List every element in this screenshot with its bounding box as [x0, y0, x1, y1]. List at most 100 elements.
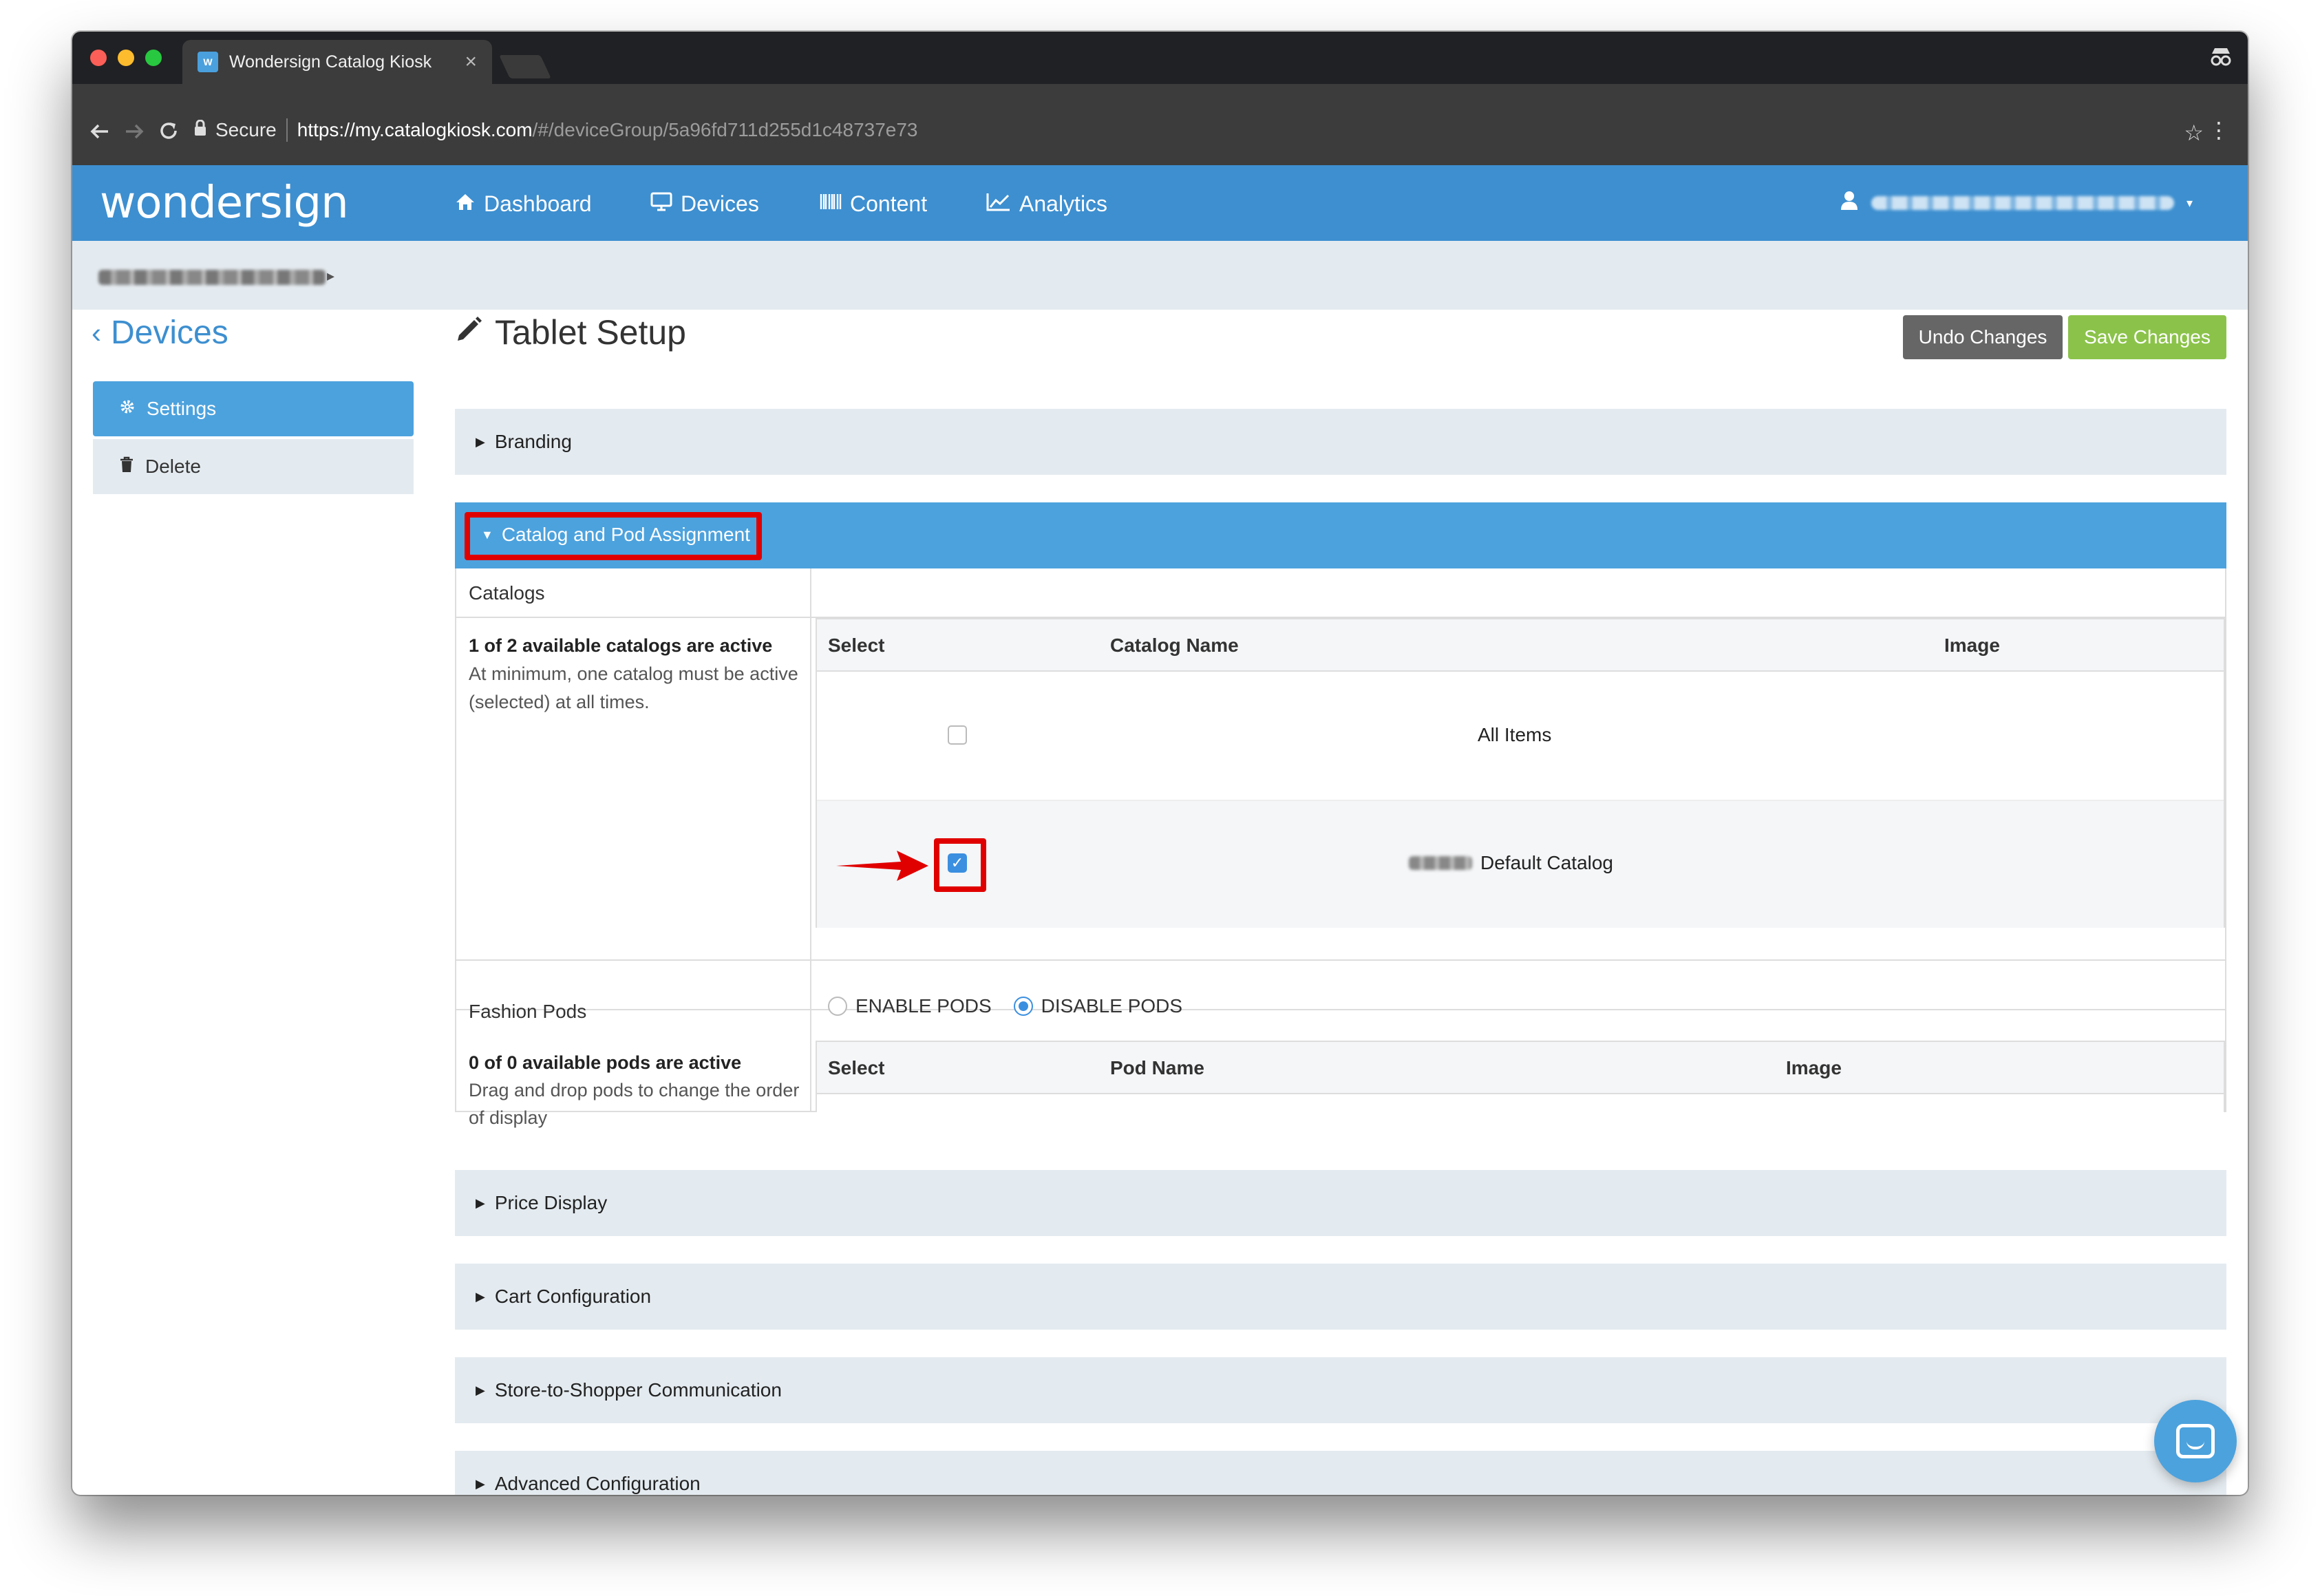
page-title-text: Tablet Setup — [495, 313, 686, 352]
caret-down-icon: ▼ — [481, 527, 493, 542]
nav-content-label: Content — [850, 191, 928, 216]
panel-price-display[interactable]: ▶ Price Display — [455, 1170, 2226, 1236]
column-header-catalog-name: Catalog Name — [1110, 635, 1239, 656]
nav-analytics-label: Analytics — [1019, 191, 1108, 216]
table-row: ✓ Default Catalog — [817, 800, 2224, 928]
row-divider — [456, 959, 2225, 961]
pods-help-text: Drag and drop pods to change the order o… — [469, 1080, 800, 1128]
disable-pods-label[interactable]: DISABLE PODS — [1041, 995, 1182, 1017]
catalog-name: All Items — [1478, 724, 1552, 745]
panel-catalog-label: Catalog and Pod Assignment — [501, 524, 750, 545]
panel-store-label: Store-to-Shopper Communication — [494, 1379, 782, 1401]
column-header-image: Image — [1944, 635, 2000, 656]
catalog-pod-body: Catalogs 1 of 2 available catalogs are a… — [455, 568, 2226, 1128]
panel-cart-configuration[interactable]: ▶ Cart Configuration — [455, 1264, 2226, 1330]
close-window-button[interactable] — [90, 50, 107, 66]
user-menu[interactable]: ▾ — [1840, 190, 2193, 216]
wondersign-logo[interactable]: wondersign — [100, 178, 349, 228]
column-header-select: Select — [828, 635, 885, 656]
home-icon — [455, 192, 476, 216]
browser-toolbar: Secure https://my.catalogkiosk.com/#/dev… — [72, 84, 2248, 165]
panel-advanced-configuration[interactable]: ▶ Advanced Configuration — [455, 1451, 2226, 1495]
caret-right-icon: ▶ — [476, 1383, 485, 1397]
forward-arrow-icon[interactable] — [123, 120, 145, 147]
pencil-icon — [455, 315, 484, 351]
tab-close-icon[interactable]: × — [465, 50, 477, 74]
chat-widget-button[interactable] — [2154, 1400, 2237, 1482]
column-header-pod-name: Pod Name — [1110, 1057, 1204, 1078]
reload-icon[interactable] — [158, 120, 180, 146]
browser-window: W Wondersign Catalog Kiosk × Secure http… — [72, 32, 2248, 1495]
redacted-catalog-prefix — [1409, 856, 1472, 870]
address-separator — [286, 118, 288, 142]
catalog-name: Default Catalog — [1480, 852, 1614, 873]
redacted-username — [1871, 196, 2174, 210]
caret-down-icon: ▾ — [2186, 195, 2193, 210]
pods-table: Select Pod Name Image — [816, 1041, 2225, 1112]
pods-active-count: 0 of 0 available pods are active — [469, 1052, 742, 1073]
back-to-devices-link[interactable]: ‹ Devices — [92, 314, 228, 352]
tab-strip: W Wondersign Catalog Kiosk × — [72, 32, 2248, 84]
panel-advanced-label: Advanced Configuration — [494, 1473, 701, 1494]
monitor-icon — [650, 192, 672, 216]
enable-pods-radio[interactable] — [828, 997, 847, 1016]
back-devices-label: Devices — [111, 315, 228, 351]
catalogs-table: Select Catalog Name Image All Items ✓ De… — [816, 618, 2225, 928]
nav-dashboard[interactable]: Dashboard — [455, 191, 592, 217]
catalogs-summary: 1 of 2 available catalogs are active At … — [469, 632, 806, 716]
catalog-checkbox-default-catalog[interactable]: ✓ — [948, 853, 967, 873]
sidebar-item-settings[interactable]: Settings — [93, 381, 414, 436]
panel-catalog-pod-assignment[interactable]: ▼ Catalog and Pod Assignment — [455, 502, 2226, 568]
nav-content[interactable]: Content — [820, 191, 927, 217]
caret-right-icon: ▶ — [476, 1195, 485, 1210]
nav-devices-label: Devices — [681, 191, 759, 216]
sidebar-item-delete[interactable]: Delete — [93, 439, 414, 494]
pods-toggle: ENABLE PODS DISABLE PODS — [828, 995, 1182, 1017]
maximize-window-button[interactable] — [145, 50, 162, 66]
fashion-pods-label: Fashion Pods — [469, 1001, 587, 1022]
url-host: https://my.catalogkiosk.com — [297, 119, 533, 140]
disable-pods-radio[interactable] — [1013, 997, 1033, 1016]
chevron-left-icon: ‹ — [92, 316, 101, 349]
app-navbar: wondersign Dashboard Devices Content Ana… — [72, 165, 2248, 241]
gear-icon — [119, 398, 136, 420]
panel-store-to-shopper[interactable]: ▶ Store-to-Shopper Communication — [455, 1357, 2226, 1423]
secure-label: Secure — [215, 119, 277, 140]
bookmark-star-icon[interactable]: ☆ — [2184, 120, 2204, 146]
menu-dots-icon[interactable]: ⋮ — [2208, 117, 2230, 143]
column-header-select: Select — [828, 1057, 885, 1078]
tab-title: Wondersign Catalog Kiosk — [229, 52, 432, 72]
sidebar-item-label: Delete — [145, 456, 201, 477]
lock-icon — [193, 119, 207, 140]
column-header-image: Image — [1786, 1057, 1842, 1078]
catalogs-active-count: 1 of 2 available catalogs are active — [469, 635, 773, 656]
chat-icon — [2176, 1424, 2215, 1458]
catalog-checkbox-all-items[interactable] — [948, 725, 967, 745]
undo-changes-button[interactable]: Undo Changes — [1903, 315, 2063, 359]
nav-dashboard-label: Dashboard — [484, 191, 592, 216]
panel-branding-label: Branding — [494, 431, 572, 452]
table-row: All Items — [817, 672, 2224, 800]
address-bar[interactable]: Secure https://my.catalogkiosk.com/#/dev… — [193, 114, 2186, 146]
browser-tab[interactable]: W Wondersign Catalog Kiosk × — [182, 40, 492, 84]
enable-pods-label[interactable]: ENABLE PODS — [855, 995, 992, 1017]
redacted-breadcrumb[interactable] — [98, 270, 326, 285]
chart-icon — [986, 192, 1011, 216]
save-changes-button[interactable]: Save Changes — [2068, 315, 2226, 359]
red-arrow-annotation — [836, 851, 928, 881]
user-icon — [1840, 190, 1859, 216]
catalogs-table-header: Select Catalog Name Image — [817, 619, 2224, 672]
caret-right-icon: ▶ — [476, 1289, 485, 1304]
nav-analytics[interactable]: Analytics — [986, 191, 1107, 217]
catalog-name-cell: Default Catalog — [1409, 852, 1613, 874]
new-tab-button[interactable] — [499, 55, 551, 78]
panel-price-label: Price Display — [494, 1192, 608, 1213]
panel-branding[interactable]: ▶ Branding — [455, 409, 2226, 475]
breadcrumb-arrow-icon: ▸ — [327, 267, 335, 284]
back-arrow-icon[interactable] — [89, 120, 111, 147]
row-divider — [456, 1009, 2225, 1010]
nav-devices[interactable]: Devices — [650, 191, 759, 217]
minimize-window-button[interactable] — [118, 50, 134, 66]
pods-table-header: Select Pod Name Image — [817, 1042, 2224, 1094]
panel-catalog-header: ▼ Catalog and Pod Assignment — [481, 524, 750, 546]
